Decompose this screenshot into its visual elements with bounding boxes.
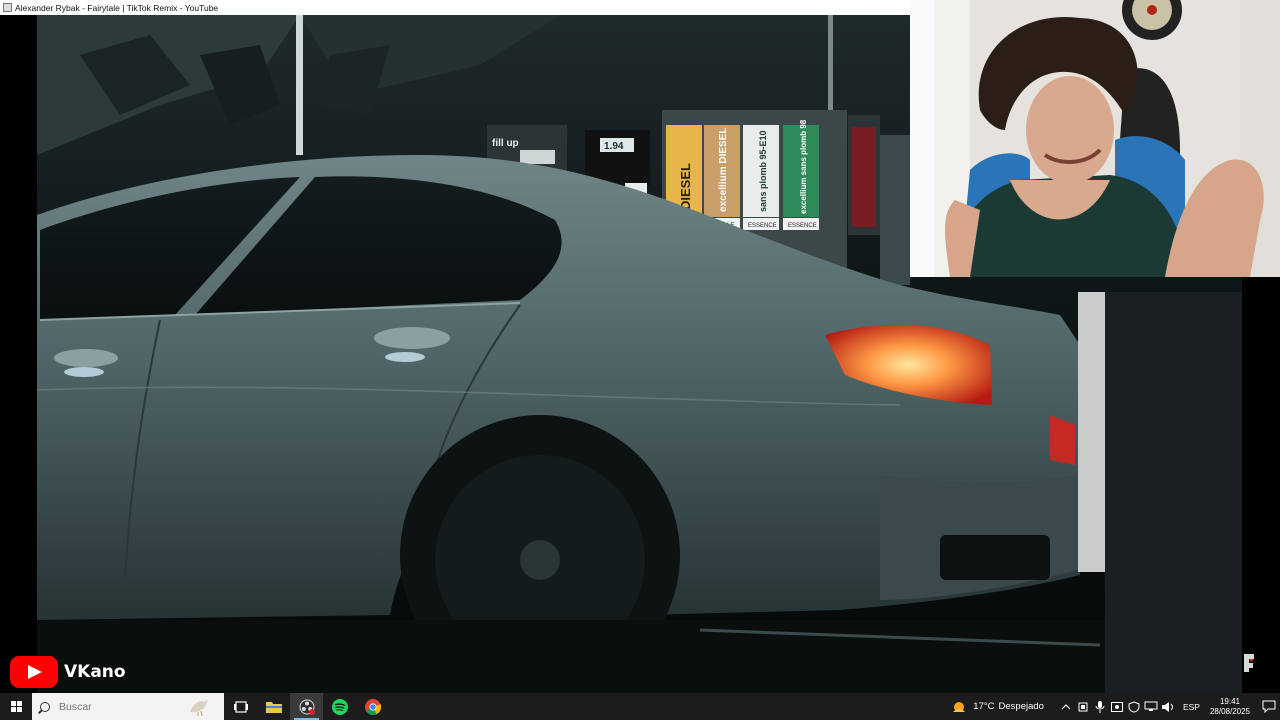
volume-icon bbox=[1162, 701, 1174, 712]
network-icon bbox=[1144, 701, 1158, 711]
file-explorer-button[interactable] bbox=[257, 693, 290, 720]
obs-icon bbox=[299, 699, 315, 715]
tray-camera[interactable] bbox=[1109, 699, 1125, 715]
fillup-sign: fill up bbox=[492, 138, 519, 149]
input-language[interactable]: ESP bbox=[1183, 702, 1200, 712]
system-tray: 17°C Despejado ESP 19:41 28/08/2025 bbox=[951, 693, 1280, 720]
channel-watermark: VKano bbox=[10, 656, 126, 688]
pump-sub-label-essence-2: ESSENCE bbox=[788, 223, 817, 229]
chrome-button[interactable] bbox=[356, 693, 389, 720]
file-explorer-icon bbox=[265, 702, 282, 713]
microphone-icon bbox=[1095, 700, 1105, 713]
screen: Alexander Rybak - Fairytale | TikTok Rem… bbox=[0, 0, 1280, 720]
pump-sub-label-essence-1: ESSENCE bbox=[748, 223, 777, 229]
weather-desc: Despejado bbox=[998, 701, 1044, 712]
pump-price: 1.94 bbox=[604, 141, 624, 152]
weather-temp: 17°C bbox=[973, 701, 995, 712]
onedrive-icon bbox=[1078, 702, 1088, 711]
search-highlight-icon bbox=[190, 699, 208, 716]
weather-sun-icon bbox=[953, 701, 966, 712]
tray-volume[interactable] bbox=[1160, 699, 1176, 715]
pump-sign-excellium-diesel: excellium DIESEL bbox=[718, 128, 729, 212]
pump-sign-diesel: DIESEL bbox=[678, 163, 693, 210]
clock-date: 28/08/2025 bbox=[1209, 706, 1250, 716]
pump-sign-98: excellium sans plomb 98 bbox=[799, 119, 808, 214]
chevron-up-icon bbox=[1062, 703, 1071, 709]
taskbar: 17°C Despejado ESP bbox=[0, 693, 1280, 720]
shield-icon bbox=[1128, 700, 1140, 713]
youtube-logo-icon bbox=[10, 656, 58, 688]
chrome-icon bbox=[364, 698, 381, 715]
notification-center-button[interactable] bbox=[1258, 693, 1280, 720]
camera-icon bbox=[1111, 701, 1124, 712]
tray-microphone[interactable] bbox=[1092, 699, 1108, 715]
pump-sign-95: sans plomb 95-E10 bbox=[758, 130, 768, 212]
clock-time: 19:41 bbox=[1219, 696, 1240, 706]
windows-logo-icon bbox=[10, 701, 22, 712]
search-icon bbox=[40, 701, 50, 712]
webcam-feed bbox=[910, 0, 1280, 277]
tray-security[interactable] bbox=[1126, 699, 1142, 715]
notification-icon bbox=[1262, 700, 1276, 713]
webcam-overlay bbox=[910, 0, 1280, 277]
obs-button[interactable] bbox=[290, 693, 323, 720]
clock[interactable]: 19:41 28/08/2025 bbox=[1210, 697, 1250, 717]
spotify-icon bbox=[331, 698, 348, 715]
tray-network[interactable] bbox=[1143, 699, 1159, 715]
start-button[interactable] bbox=[0, 693, 32, 720]
window-title-bar[interactable]: Alexander Rybak - Fairytale | TikTok Rem… bbox=[0, 0, 910, 15]
window-title: Alexander Rybak - Fairytale | TikTok Rem… bbox=[15, 2, 219, 13]
task-view-button[interactable] bbox=[224, 693, 257, 720]
weather-widget[interactable]: 17°C Despejado bbox=[951, 700, 1044, 714]
show-hidden-icons-button[interactable] bbox=[1058, 699, 1074, 715]
corner-brand-icon bbox=[1244, 654, 1254, 672]
channel-name: VKano bbox=[64, 662, 126, 682]
tray-onedrive[interactable] bbox=[1075, 699, 1091, 715]
spotify-button[interactable] bbox=[323, 693, 356, 720]
task-view-icon bbox=[233, 700, 248, 713]
taskbar-search[interactable] bbox=[32, 693, 224, 720]
search-input[interactable] bbox=[59, 700, 179, 713]
app-icon bbox=[3, 3, 12, 12]
